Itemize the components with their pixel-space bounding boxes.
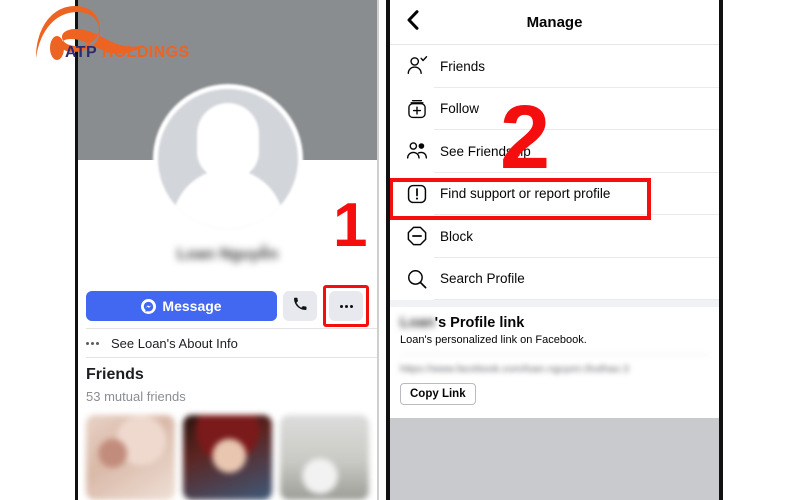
- friend-thumbnail[interactable]: [280, 415, 369, 500]
- menu-item-friends[interactable]: Friends: [390, 45, 719, 88]
- friend-thumbnail[interactable]: [183, 415, 272, 500]
- menu-item-search-profile[interactable]: Search Profile: [390, 258, 719, 300]
- ellipsis-icon: [86, 341, 99, 345]
- see-about-info-row[interactable]: See Loan's About Info: [86, 328, 377, 358]
- two-people-icon: [400, 140, 434, 162]
- avatar[interactable]: [152, 84, 303, 234]
- annotation-step-2: 2: [500, 88, 551, 188]
- mutual-friends-count: 53 mutual friends: [86, 389, 186, 404]
- menu-item-follow[interactable]: Follow: [390, 88, 719, 130]
- call-button[interactable]: [283, 291, 317, 321]
- block-octagon-icon: [400, 225, 434, 247]
- logo-text-holdings: HOLDINGS: [101, 44, 190, 61]
- copy-link-button[interactable]: Copy Link: [400, 383, 476, 405]
- phone-icon: [293, 297, 307, 316]
- menu-item-label: Block: [440, 228, 474, 244]
- message-button[interactable]: Message: [86, 291, 277, 321]
- menu-item-label: Find support or report profile: [440, 186, 611, 202]
- messenger-icon: [141, 298, 157, 314]
- menu-item-label: Friends: [440, 58, 486, 74]
- message-button-label: Message: [162, 298, 222, 314]
- person-check-icon: [400, 55, 434, 77]
- menu-item-find-support-or-report-profile[interactable]: Find support or report profile: [390, 173, 719, 215]
- panel-footer-area: [390, 418, 719, 500]
- logo-wordmark: ATP HOLDINGS: [65, 44, 190, 62]
- atp-holdings-logo: ATP HOLDINGS: [30, 6, 205, 64]
- menu-item-block[interactable]: Block: [390, 215, 719, 258]
- profile-link-heading-suffix: 's Profile link: [434, 315, 525, 331]
- profile-link-subtitle: Loan's personalized link on Facebook.: [400, 334, 587, 346]
- menu-item-see-friendship[interactable]: See Friendship: [390, 130, 719, 173]
- friend-thumbnail[interactable]: [86, 415, 175, 500]
- ellipsis-icon: [339, 304, 353, 308]
- logo-text-atp: ATP: [65, 44, 98, 61]
- more-options-button[interactable]: [329, 291, 363, 321]
- back-button[interactable]: [390, 0, 434, 44]
- chevron-left-icon: [406, 9, 419, 35]
- menu-item-label: Search Profile: [440, 271, 525, 287]
- more-button-highlight: [323, 285, 369, 327]
- profile-link-url: https://www.facebook.com/loan.nguyen.thu…: [400, 354, 709, 375]
- exclamation-square-icon: [400, 183, 434, 205]
- profile-link-section: Loan's Profile link Loan's personalized …: [390, 300, 719, 415]
- follow-plus-icon: [400, 98, 434, 120]
- profile-link-name: Loan: [400, 315, 435, 331]
- avatar-head: [196, 103, 259, 179]
- manage-title: Manage: [526, 13, 583, 31]
- avatar-body: [171, 169, 284, 229]
- profile-action-row: Message: [86, 285, 369, 327]
- annotation-step-1: 1: [333, 191, 368, 260]
- manage-header: Manage: [390, 0, 719, 45]
- profile-link-heading: Loan's Profile link: [400, 315, 709, 331]
- search-icon: [400, 268, 434, 290]
- manage-panel: Manage Friends Follow See Friendship Fin…: [386, 0, 723, 500]
- friends-heading: Friends: [86, 366, 144, 383]
- menu-item-label: Follow: [440, 101, 480, 117]
- friend-thumbnail-grid: [86, 415, 369, 500]
- see-about-info-label: See Loan's About Info: [111, 335, 238, 351]
